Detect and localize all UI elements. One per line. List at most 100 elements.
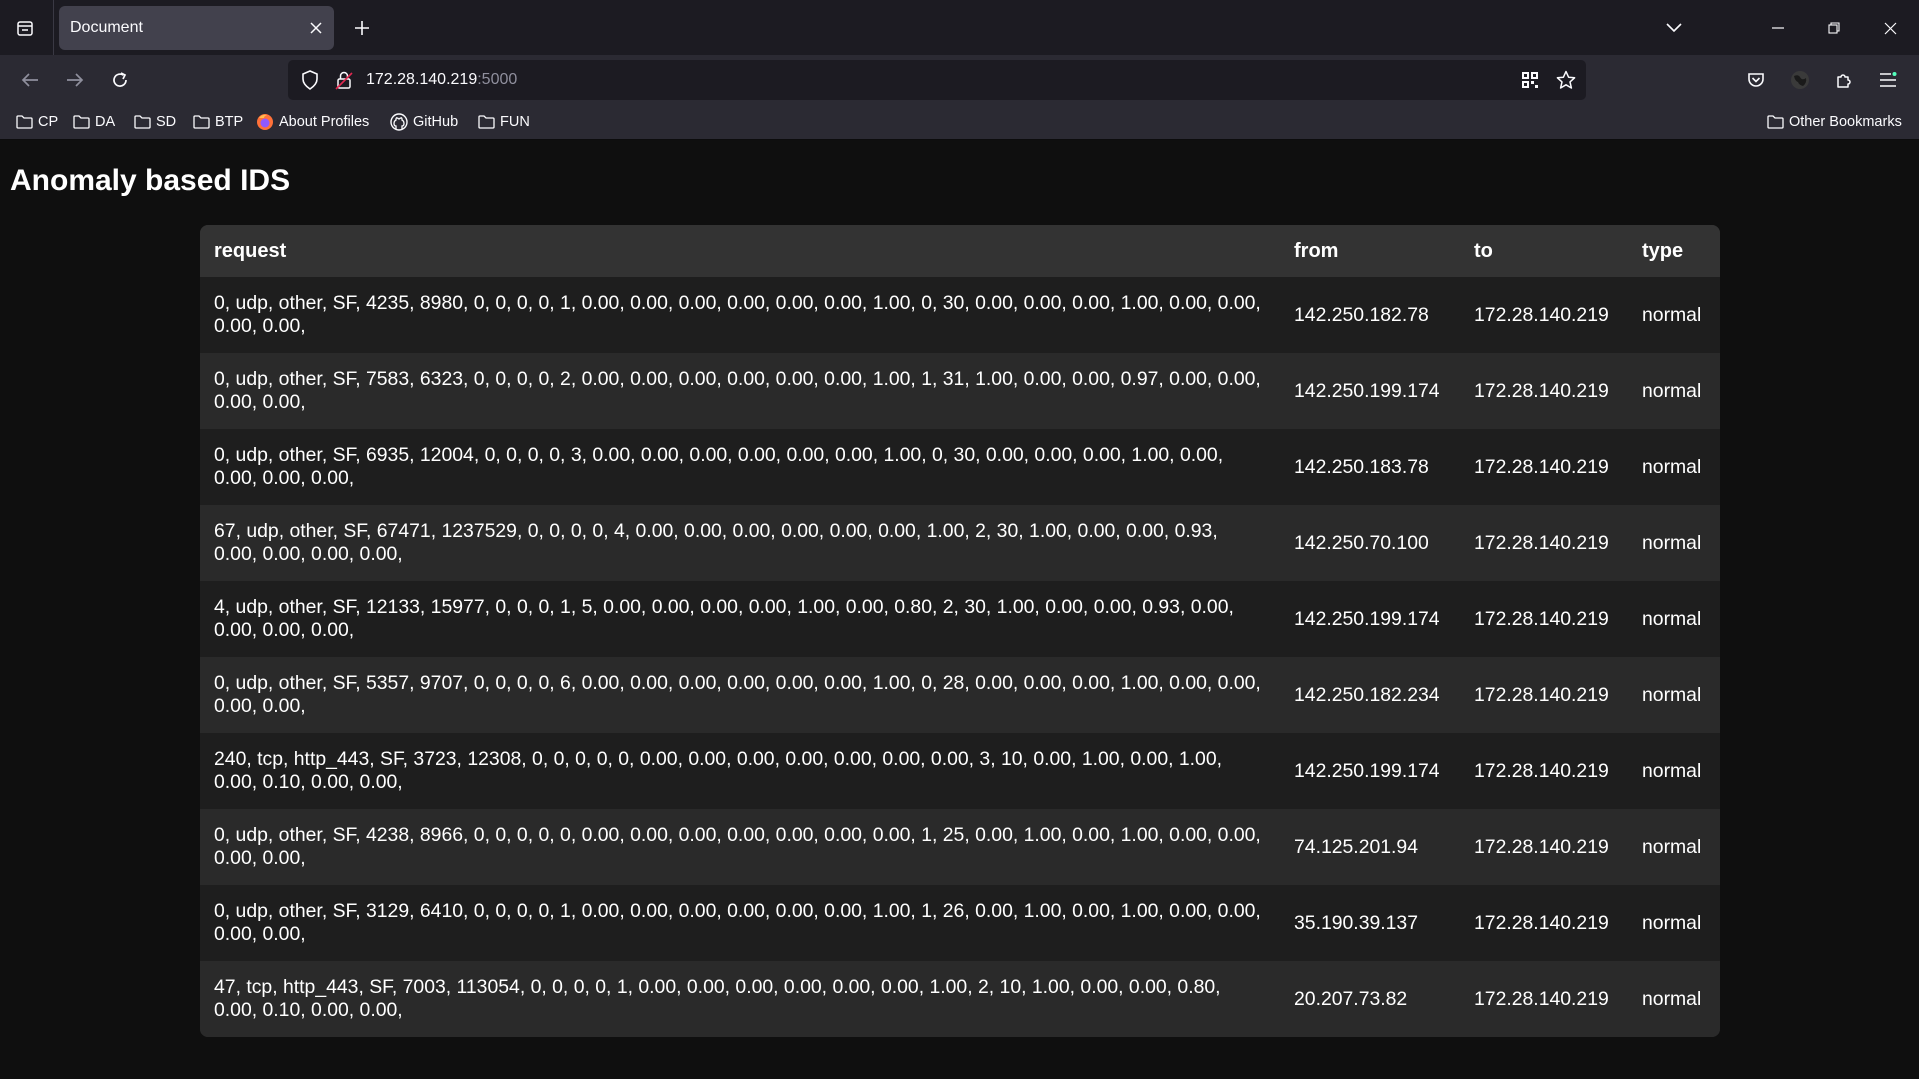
type-cell: normal — [1628, 809, 1720, 885]
bookmark-folder-fun[interactable]: FUN — [478, 111, 530, 133]
request-cell: 0, udp, other, SF, 7583, 6323, 0, 0, 0, … — [200, 353, 1280, 429]
bookmark-folder-da[interactable]: DA — [73, 111, 115, 133]
url-host: 172.28.140.219 — [366, 71, 478, 88]
folder-icon — [193, 115, 210, 129]
from-cell: 142.250.183.78 — [1280, 429, 1460, 505]
request-cell: 47, tcp, http_443, SF, 7003, 113054, 0, … — [200, 961, 1280, 1037]
address-bar[interactable]: 172.28.140.219:5000 — [288, 60, 1586, 100]
minimize-icon[interactable] — [1756, 6, 1800, 50]
from-cell: 20.207.73.82 — [1280, 961, 1460, 1037]
column-header-request: request — [200, 225, 1280, 277]
from-cell: 142.250.182.78 — [1280, 277, 1460, 353]
bookmark-label: BTP — [215, 114, 244, 130]
shield-icon[interactable] — [298, 68, 322, 92]
app-menu-icon[interactable] — [1870, 62, 1906, 98]
chevron-down-icon[interactable] — [1652, 6, 1696, 50]
folder-icon — [478, 115, 495, 129]
bookmark-label: CP — [38, 114, 59, 130]
table-row: 67, udp, other, SF, 67471, 1237529, 0, 0… — [200, 505, 1720, 581]
bookmark-label: SD — [156, 114, 177, 130]
qr-code-icon[interactable] — [1518, 68, 1542, 92]
type-cell: normal — [1628, 505, 1720, 581]
type-cell: normal — [1628, 429, 1720, 505]
tab-document[interactable]: Document — [59, 6, 334, 50]
bookmark-folder-btp[interactable]: BTP — [193, 111, 243, 133]
bookmark-star-icon[interactable] — [1554, 68, 1578, 92]
to-cell: 172.28.140.219 — [1460, 581, 1628, 657]
request-cell: 67, udp, other, SF, 67471, 1237529, 0, 0… — [200, 505, 1280, 581]
firefox-view-icon[interactable] — [8, 12, 42, 44]
table-row: 0, udp, other, SF, 4238, 8966, 0, 0, 0, … — [200, 809, 1720, 885]
other-bookmarks-label: Other Bookmarks — [1789, 114, 1902, 130]
plus-icon[interactable] — [346, 12, 378, 44]
bookmark-label: About Profiles — [279, 114, 370, 130]
pocket-icon[interactable] — [1738, 62, 1774, 98]
from-cell: 142.250.182.234 — [1280, 657, 1460, 733]
reload-icon[interactable] — [102, 62, 138, 98]
request-cell: 240, tcp, http_443, SF, 3723, 12308, 0, … — [200, 733, 1280, 809]
to-cell: 172.28.140.219 — [1460, 961, 1628, 1037]
column-header-to: to — [1460, 225, 1628, 277]
other-bookmarks[interactable]: Other Bookmarks — [1767, 111, 1902, 133]
type-cell: normal — [1628, 657, 1720, 733]
bookmark-label: FUN — [500, 114, 530, 130]
tab-separator — [53, 0, 54, 55]
github-icon — [390, 113, 408, 131]
table-row: 0, udp, other, SF, 3129, 6410, 0, 0, 0, … — [200, 885, 1720, 961]
table-row: 47, tcp, http_443, SF, 7003, 113054, 0, … — [200, 961, 1720, 1037]
close-icon[interactable] — [304, 16, 328, 40]
bookmark-about-profiles[interactable]: About Profiles — [256, 111, 369, 133]
bookmark-folder-sd[interactable]: SD — [134, 111, 176, 133]
url-port: :5000 — [477, 71, 518, 88]
table-header-row: request from to type — [200, 225, 1720, 277]
table-row: 240, tcp, http_443, SF, 3723, 12308, 0, … — [200, 733, 1720, 809]
bookmark-github[interactable]: GitHub — [390, 111, 458, 133]
page-title: Anomaly based IDS — [10, 164, 291, 197]
traffic-table-container: request from to type 0, udp, other, SF, … — [200, 225, 1720, 1037]
to-cell: 172.28.140.219 — [1460, 809, 1628, 885]
extensions-puzzle-icon[interactable] — [1826, 62, 1862, 98]
column-header-type: type — [1628, 225, 1720, 277]
type-cell: normal — [1628, 885, 1720, 961]
request-cell: 4, udp, other, SF, 12133, 15977, 0, 0, 0… — [200, 581, 1280, 657]
to-cell: 172.28.140.219 — [1460, 733, 1628, 809]
bookmark-label: DA — [95, 114, 116, 130]
table-row: 0, udp, other, SF, 5357, 9707, 0, 0, 0, … — [200, 657, 1720, 733]
restore-icon[interactable] — [1812, 6, 1856, 50]
bookmark-label: GitHub — [413, 114, 459, 130]
type-cell: normal — [1628, 961, 1720, 1037]
to-cell: 172.28.140.219 — [1460, 429, 1628, 505]
type-cell: normal — [1628, 581, 1720, 657]
account-avatar-icon[interactable] — [1782, 62, 1818, 98]
traffic-table: request from to type 0, udp, other, SF, … — [200, 225, 1720, 1037]
close-window-icon[interactable] — [1868, 6, 1912, 50]
tab-title: Document — [70, 19, 143, 36]
request-cell: 0, udp, other, SF, 6935, 12004, 0, 0, 0,… — [200, 429, 1280, 505]
folder-icon — [134, 115, 151, 129]
from-cell: 35.190.39.137 — [1280, 885, 1460, 961]
folder-icon — [73, 115, 90, 129]
to-cell: 172.28.140.219 — [1460, 277, 1628, 353]
column-header-from: from — [1280, 225, 1460, 277]
to-cell: 172.28.140.219 — [1460, 353, 1628, 429]
request-cell: 0, udp, other, SF, 3129, 6410, 0, 0, 0, … — [200, 885, 1280, 961]
url-text[interactable]: 172.28.140.219:5000 — [366, 71, 517, 89]
table-row: 0, udp, other, SF, 6935, 12004, 0, 0, 0,… — [200, 429, 1720, 505]
type-cell: normal — [1628, 733, 1720, 809]
page-content: Anomaly based IDS request from to type 0… — [0, 140, 1919, 1079]
firefox-icon — [257, 114, 273, 130]
tab-strip: Document — [0, 0, 1919, 55]
type-cell: normal — [1628, 353, 1720, 429]
back-arrow-icon[interactable] — [12, 62, 48, 98]
forward-arrow-icon[interactable] — [57, 62, 93, 98]
request-cell: 0, udp, other, SF, 5357, 9707, 0, 0, 0, … — [200, 657, 1280, 733]
folder-icon — [16, 115, 33, 129]
insecure-lock-icon[interactable] — [332, 68, 356, 92]
from-cell: 142.250.199.174 — [1280, 733, 1460, 809]
from-cell: 142.250.199.174 — [1280, 581, 1460, 657]
table-row: 0, udp, other, SF, 4235, 8980, 0, 0, 0, … — [200, 277, 1720, 353]
to-cell: 172.28.140.219 — [1460, 505, 1628, 581]
bookmark-folder-cp[interactable]: CP — [16, 111, 58, 133]
type-cell: normal — [1628, 277, 1720, 353]
to-cell: 172.28.140.219 — [1460, 885, 1628, 961]
